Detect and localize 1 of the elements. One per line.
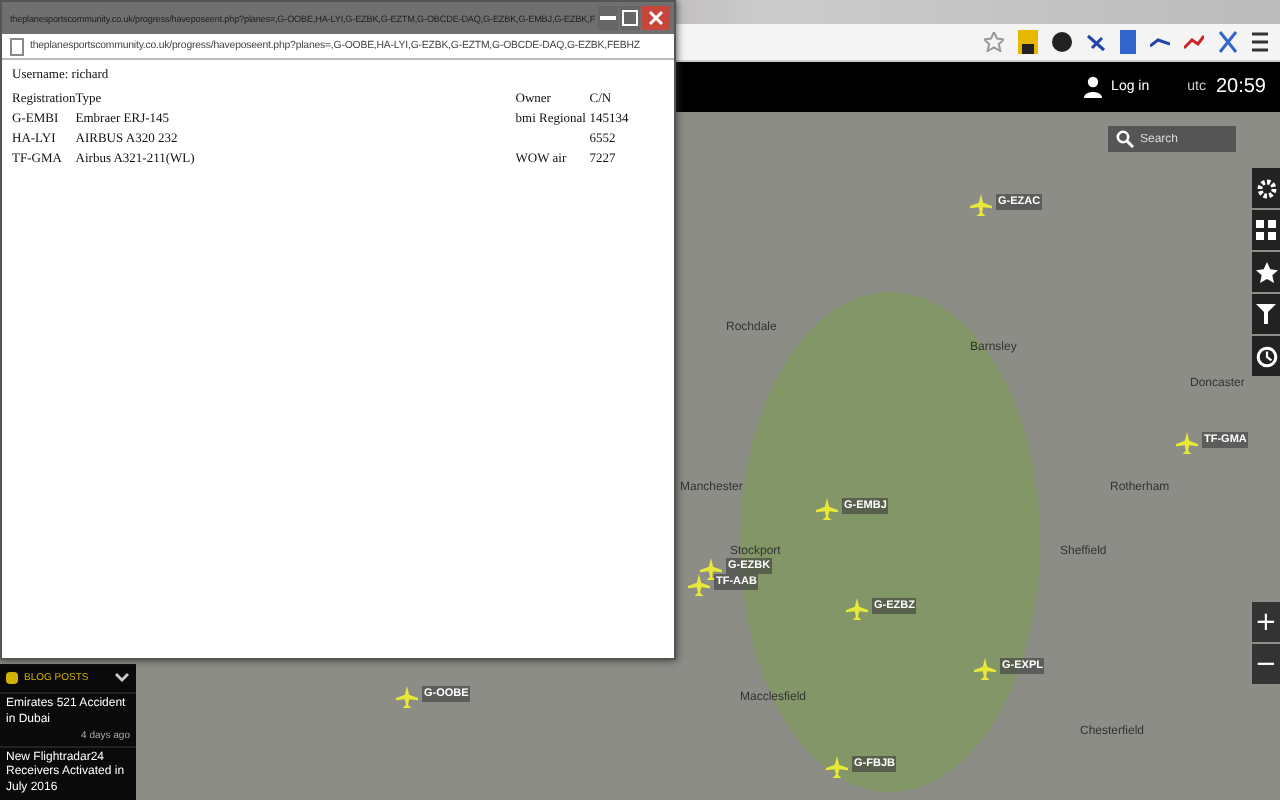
clock-time: 20:59 xyxy=(1215,76,1266,98)
